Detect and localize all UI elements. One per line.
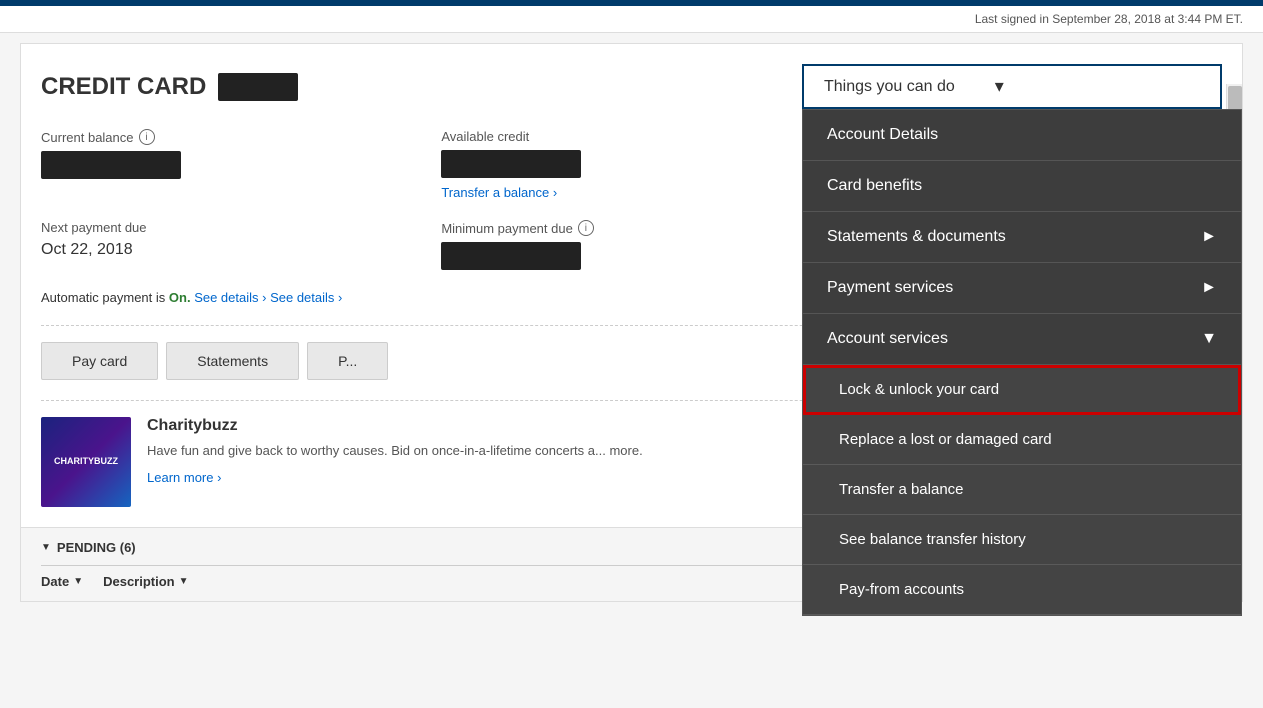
card-number-mask xyxy=(218,73,298,101)
payment-services-label: Payment services xyxy=(827,279,953,297)
current-balance-item: Current balance i xyxy=(41,129,421,200)
page-title: CREDIT CARD xyxy=(41,73,206,101)
next-payment-item: Next payment due Oct 22, 2018 xyxy=(41,220,421,270)
pay-from-label: Pay-from accounts xyxy=(839,581,964,598)
dropdown-item-statements-documents[interactable]: Statements & documents ► xyxy=(803,212,1241,263)
things-dropdown[interactable]: Things you can do ▾ Account Details Card… xyxy=(802,64,1222,109)
transfer-balance-label: Transfer a balance xyxy=(839,481,964,498)
learn-more-link[interactable]: Learn more › xyxy=(147,470,221,485)
min-payment-value xyxy=(441,242,581,270)
arrow-down-icon: ▼ xyxy=(1201,330,1217,348)
dropdown-item-account-details[interactable]: Account Details xyxy=(803,110,1241,161)
dropdown-item-balance-history[interactable]: See balance transfer history xyxy=(803,515,1241,565)
dropdown-item-transfer-balance[interactable]: Transfer a balance xyxy=(803,465,1241,515)
credit-card-title: CREDIT CARD xyxy=(41,73,298,101)
balance-history-label: See balance transfer history xyxy=(839,531,1026,548)
available-credit-value xyxy=(441,150,581,178)
charitybuzz-title: Charitybuzz xyxy=(147,417,643,435)
things-button-label: Things you can do xyxy=(824,78,955,96)
arrow-right-icon: ► xyxy=(1201,228,1217,246)
last-signed-text: Last signed in September 28, 2018 at 3:4… xyxy=(975,12,1243,26)
available-credit-item: Available credit Transfer a balance › xyxy=(441,129,821,200)
account-services-label: Account services xyxy=(827,330,948,348)
available-credit-label: Available credit xyxy=(441,129,821,144)
more-action-button[interactable]: P... xyxy=(307,342,388,380)
date-column-header[interactable]: Date ▼ xyxy=(41,574,83,589)
dropdown-menu: Account Details Card benefits Statements… xyxy=(802,109,1242,616)
main-container: CREDIT CARD Things you can do ▾ Account … xyxy=(20,43,1243,602)
current-balance-label: Current balance i xyxy=(41,129,421,145)
transfer-balance-link[interactable]: Transfer a balance › xyxy=(441,185,557,200)
dropdown-item-replace-card[interactable]: Replace a lost or damaged card xyxy=(803,415,1241,465)
things-button[interactable]: Things you can do ▾ xyxy=(802,64,1222,109)
dropdown-item-account-services[interactable]: Account services ▼ xyxy=(803,314,1241,365)
statements-documents-label: Statements & documents xyxy=(827,228,1006,246)
see-details-link[interactable]: See details › xyxy=(194,290,266,305)
current-balance-value xyxy=(41,151,181,179)
see-details-link-text[interactable]: See details › xyxy=(270,290,342,305)
triangle-icon: ▼ xyxy=(41,542,51,553)
pay-card-button[interactable]: Pay card xyxy=(41,342,158,380)
replace-card-label: Replace a lost or damaged card xyxy=(839,431,1052,448)
dropdown-item-payment-services[interactable]: Payment services ► xyxy=(803,263,1241,314)
info-icon-balance[interactable]: i xyxy=(139,129,155,145)
charitybuzz-description: Have fun and give back to worthy causes.… xyxy=(147,441,643,461)
next-payment-date: Oct 22, 2018 xyxy=(41,241,421,259)
auto-payment-status: On. xyxy=(169,290,191,305)
lock-unlock-label: Lock & unlock your card xyxy=(839,381,999,398)
sort-down-icon-2: ▼ xyxy=(179,576,189,587)
dropdown-item-card-benefits[interactable]: Card benefits xyxy=(803,161,1241,212)
next-payment-label: Next payment due xyxy=(41,220,421,235)
account-details-label: Account Details xyxy=(827,126,938,144)
dropdown-item-lock-unlock-card[interactable]: Lock & unlock your card xyxy=(803,365,1241,415)
last-signed-bar: Last signed in September 28, 2018 at 3:4… xyxy=(0,6,1263,33)
charitybuzz-content: Charitybuzz Have fun and give back to wo… xyxy=(147,417,643,485)
description-column-header[interactable]: Description ▼ xyxy=(103,574,188,589)
dropdown-item-pay-from[interactable]: Pay-from accounts xyxy=(803,565,1241,615)
min-payment-label: Minimum payment due i xyxy=(441,220,821,236)
chevron-down-icon: ▾ xyxy=(995,76,1004,97)
info-icon-min[interactable]: i xyxy=(578,220,594,236)
arrow-right-icon-2: ► xyxy=(1201,279,1217,297)
pending-header-text: PENDING (6) xyxy=(57,540,136,555)
charitybuzz-image: CHARITYBUZZ xyxy=(41,417,131,507)
min-payment-item: Minimum payment due i xyxy=(441,220,821,270)
charitybuzz-img-text: CHARITYBUZZ xyxy=(54,456,118,468)
credit-card-header: CREDIT CARD Things you can do ▾ Account … xyxy=(41,64,1222,109)
statements-button[interactable]: Statements xyxy=(166,342,299,380)
sort-down-icon: ▼ xyxy=(73,576,83,587)
card-benefits-label: Card benefits xyxy=(827,177,922,195)
